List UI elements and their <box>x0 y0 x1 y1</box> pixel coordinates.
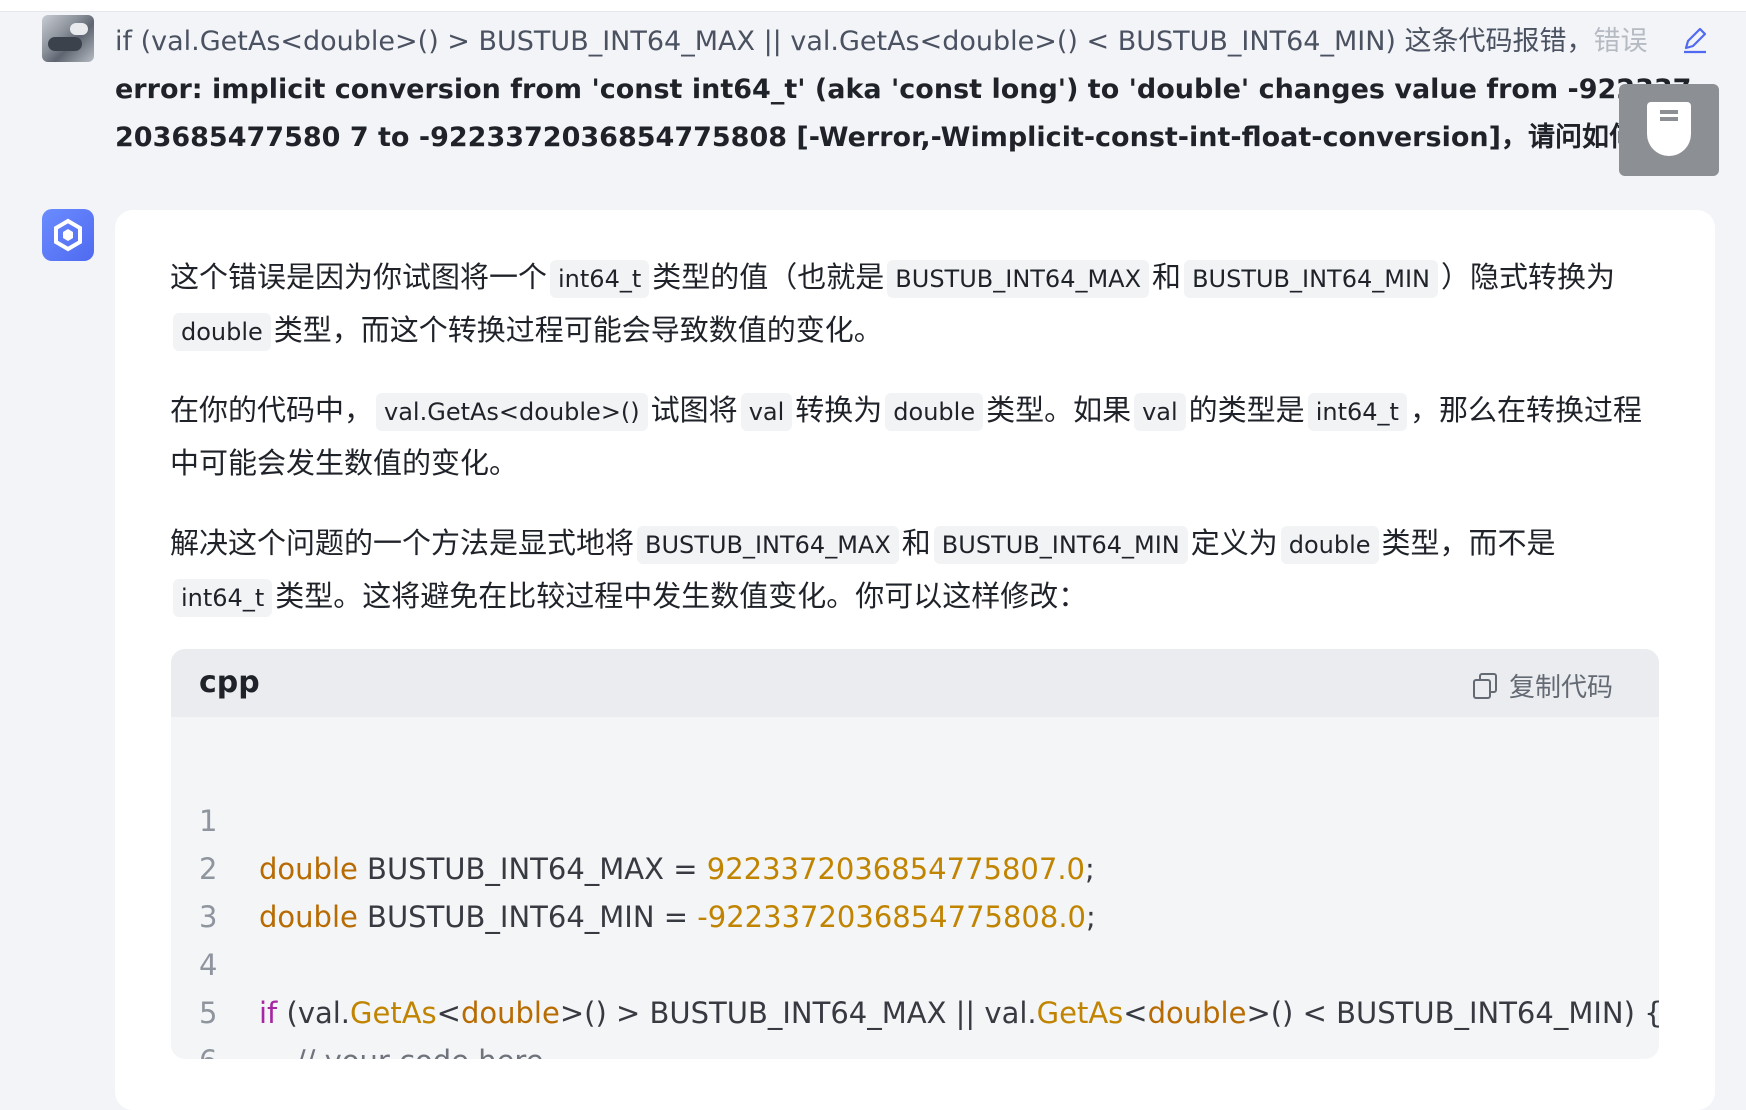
assistant-logo-icon <box>54 218 82 252</box>
code-line: 4 if (val.GetAs<double>() > BUSTUB_INT64… <box>171 893 1659 1030</box>
inline-code: int64_t <box>550 260 650 298</box>
inline-code: BUSTUB_INT64_MIN <box>1184 260 1438 298</box>
inline-code: double <box>1280 526 1379 564</box>
inline-code: val.GetAs<double>() <box>376 393 648 431</box>
inline-code: int64_t <box>1307 393 1407 431</box>
copy-icon <box>1473 672 1499 699</box>
assistant-avatar <box>42 209 94 261</box>
floating-action-button[interactable] <box>1619 84 1719 176</box>
code-lines: 1 double BUSTUB_INT64_MAX = 922337203685… <box>171 749 1659 1059</box>
code-line: 5 // your code here <box>171 941 1659 1059</box>
answer-paragraph-2: 在你的代码中， val.GetAs<double>() 试图将 val 转换为 doubl… <box>170 393 1642 480</box>
inline-code: BUSTUB_INT64_MAX <box>637 526 899 564</box>
inline-code: val <box>1134 393 1186 431</box>
answer-paragraph-3: 解决这个问题的一个方法是显式地将 BUSTUB_INT64_MAX 和 BUSTUB_… <box>170 517 1670 623</box>
inline-code: double <box>173 313 271 351</box>
line-number: 6 <box>199 1037 229 1059</box>
inline-code: int64_t <box>173 579 273 617</box>
user-message-first-line: if (val.GetAs<double>() > BUSTUB_INT64_M… <box>115 26 1648 57</box>
user-message: if (val.GetAs<double>() > BUSTUB_INT64_M… <box>115 18 1705 162</box>
code-line: 6 } <box>171 989 1659 1059</box>
copy-code-label: 复制代码 <box>1509 673 1614 703</box>
code-line: 2 double BUSTUB_INT64_MIN = -92233720368… <box>171 797 1659 934</box>
code-language-label: cpp <box>199 665 260 700</box>
top-divider <box>0 0 1746 12</box>
edit-icon[interactable] <box>1678 24 1710 56</box>
code-line: 1 double BUSTUB_INT64_MAX = 922337203685… <box>171 749 1659 886</box>
inline-code: val <box>740 393 793 431</box>
copy-code-button[interactable]: 复制代码 <box>1473 667 1613 704</box>
inline-code: BUSTUB_INT64_MIN <box>933 526 1188 564</box>
user-avatar <box>42 15 94 62</box>
user-message-text: error: implicit conversion from 'const i… <box>115 74 1692 153</box>
code-block-header: cpp 复制代码 <box>171 649 1659 717</box>
inline-code: BUSTUB_INT64_MAX <box>887 260 1150 298</box>
code-block: cpp 复制代码 1 double BUSTUB_INT64_MAX = 922… <box>171 649 1659 1059</box>
inline-code: double <box>885 393 984 431</box>
code-line: 3 <box>171 845 1659 934</box>
answer-paragraph-1: 这个错误是因为你试图将一个 int64_t 类型的值（也就是 BUSTUB_INT64… <box>170 251 1670 357</box>
